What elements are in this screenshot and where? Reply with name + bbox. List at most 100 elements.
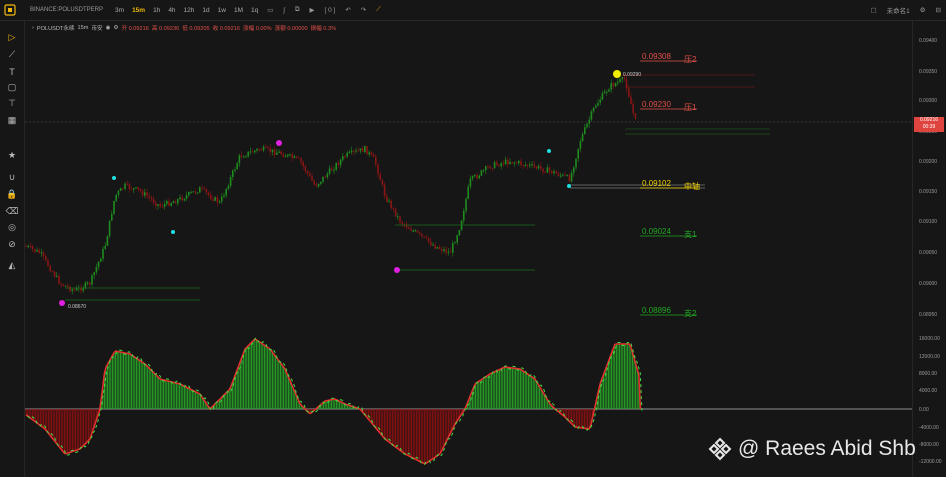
candle-body	[210, 194, 212, 199]
candle-body	[25, 246, 27, 247]
erase-icon[interactable]: ◭	[4, 259, 20, 272]
candle-body	[617, 81, 619, 84]
candle-body	[115, 194, 117, 201]
candle-body	[172, 201, 175, 204]
swing-marker	[547, 149, 551, 153]
candle-body	[229, 177, 232, 187]
candle-body	[427, 237, 430, 242]
fib-tool-icon[interactable]: ⊤	[4, 97, 20, 110]
candle-body	[423, 236, 425, 238]
candle-body	[537, 166, 540, 169]
candle-body	[227, 186, 230, 189]
candle-body	[49, 266, 51, 272]
fullscreen-icon[interactable]: ▢	[870, 6, 876, 14]
swing-high-marker	[276, 140, 282, 146]
price-chart[interactable]: 0.09308 压2 0.09230 压1 0.09102 中轴 0.09024 支1 0.08…	[25, 21, 912, 477]
tf-1w[interactable]: 1w	[218, 7, 226, 14]
candle-body	[27, 245, 29, 247]
top-toolbar: BINANCE:POLUSDTPERP 3m 15m 1h 4h 12h 1d …	[0, 0, 946, 21]
candle-body	[489, 166, 491, 169]
candle-body	[449, 251, 452, 253]
chart-type-icon[interactable]: ▭	[267, 6, 273, 14]
candle-body	[542, 168, 544, 172]
tf-1d[interactable]: 1d	[202, 7, 209, 14]
candle-body	[309, 173, 311, 176]
tf-1q[interactable]: 1q	[251, 7, 258, 14]
candle-body	[487, 166, 489, 168]
candle-body	[586, 123, 588, 128]
candle-body	[632, 104, 634, 114]
replay-icon[interactable]: ▶	[309, 6, 314, 14]
candle-body	[289, 154, 291, 156]
candle-body	[421, 233, 423, 237]
price-tick: 0.09050	[919, 250, 938, 256]
cursor-icon[interactable]: ▷	[4, 31, 20, 44]
candle-body	[69, 286, 71, 292]
star-icon[interactable]: ★	[4, 149, 20, 162]
candle-body	[260, 149, 263, 151]
candle-body	[181, 197, 183, 201]
drawing-sidebar: ▷ ⟋ T ▢ ⊤ ▦ ★ ∪ 🔒 ⌫ ◎ ⊘ ◭	[0, 21, 25, 477]
line-tool-icon[interactable]: ⟋	[4, 48, 20, 61]
candle-body	[438, 247, 441, 249]
hide-icon[interactable]: ⊘	[4, 238, 20, 251]
candle-body	[478, 175, 480, 179]
drawing-icon[interactable]: ⟋	[376, 6, 381, 14]
candle-body	[306, 171, 309, 174]
candle-body	[579, 141, 582, 149]
trash-icon[interactable]: ⌫	[4, 205, 20, 218]
grid-tool-icon[interactable]: ▦	[4, 114, 20, 127]
tf-3m[interactable]: 3m	[115, 7, 124, 14]
candle-body	[177, 199, 179, 204]
candle-body	[551, 170, 553, 174]
binance-logo-icon[interactable]	[0, 0, 20, 20]
candle-body	[86, 282, 89, 284]
curve-icon[interactable]: ʃ	[283, 7, 284, 14]
tf-1M[interactable]: 1M	[234, 7, 243, 14]
candle-body	[328, 168, 331, 174]
settings-icon[interactable]: ⚙	[920, 6, 926, 14]
candle-body	[280, 151, 282, 155]
candle-body	[502, 163, 505, 165]
indicator-count[interactable]: [ 0 ]	[324, 7, 335, 14]
candle-body	[225, 188, 227, 196]
layout-label[interactable]: 未命名1	[887, 5, 910, 15]
candle-body	[199, 187, 201, 193]
candle-body	[73, 289, 76, 291]
undo-icon[interactable]: ↶	[345, 6, 350, 14]
candle-body	[31, 245, 34, 250]
redo-icon[interactable]: ↷	[361, 6, 366, 14]
candle-body	[128, 183, 131, 189]
eye-tool-icon[interactable]: ◎	[4, 221, 20, 234]
tf-1h[interactable]: 1h	[153, 7, 160, 14]
level-name: 压1	[684, 103, 697, 112]
snapshot-icon[interactable]: ⊟	[936, 6, 941, 14]
candle-body	[566, 175, 568, 177]
candle-body	[183, 198, 186, 201]
tf-12h[interactable]: 12h	[184, 7, 195, 14]
candle-body	[40, 252, 43, 254]
candle-body	[496, 162, 498, 165]
compare-icon[interactable]: ⧉	[295, 6, 300, 14]
price-axis[interactable]: 0.09400 0.09350 0.09300 0.09250 0.09200 0.091…	[912, 21, 946, 477]
symbol-label[interactable]: BINANCE:POLUSDTPERP	[30, 7, 103, 13]
watermark-text: @ Raees Abid Shb	[738, 437, 916, 460]
candle-body	[361, 148, 364, 153]
text-tool-icon[interactable]: T	[4, 65, 20, 78]
candle-body	[491, 168, 494, 170]
candle-body	[152, 199, 155, 203]
tf-15m[interactable]: 15m	[132, 7, 145, 14]
candle-body	[216, 197, 219, 203]
lock-icon[interactable]: 🔒	[4, 188, 20, 201]
candle-body	[67, 285, 69, 287]
candle-body	[267, 147, 269, 149]
current-price-value: 0.09216	[919, 117, 939, 123]
candle-body	[247, 151, 249, 157]
rect-tool-icon[interactable]: ▢	[4, 81, 20, 94]
tf-4h[interactable]: 4h	[168, 7, 175, 14]
candle-body	[251, 151, 254, 153]
candle-body	[243, 156, 245, 158]
magnet-icon[interactable]: ∪	[4, 171, 20, 184]
osc-tick: -4000.00	[919, 425, 939, 431]
candle-body	[60, 283, 62, 285]
